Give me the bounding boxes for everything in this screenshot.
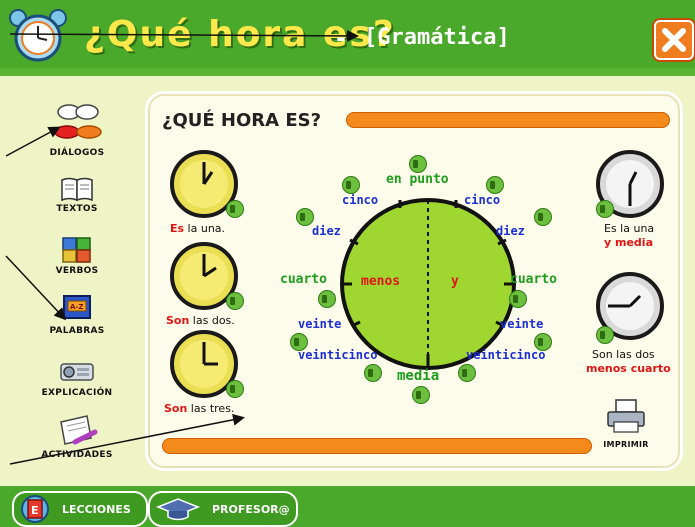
teacher-label: PROFESOR@	[212, 502, 290, 516]
teacher-button[interactable]: PROFESOR@	[148, 491, 298, 527]
annotation-arrows	[5, 29, 359, 465]
lessons-icon: E	[21, 495, 49, 523]
lessons-button[interactable]: E LECCIONES	[12, 491, 148, 527]
lessons-label: LECCIONES	[62, 502, 131, 516]
svg-text:E: E	[31, 504, 39, 517]
graduation-cap-icon	[155, 498, 201, 521]
